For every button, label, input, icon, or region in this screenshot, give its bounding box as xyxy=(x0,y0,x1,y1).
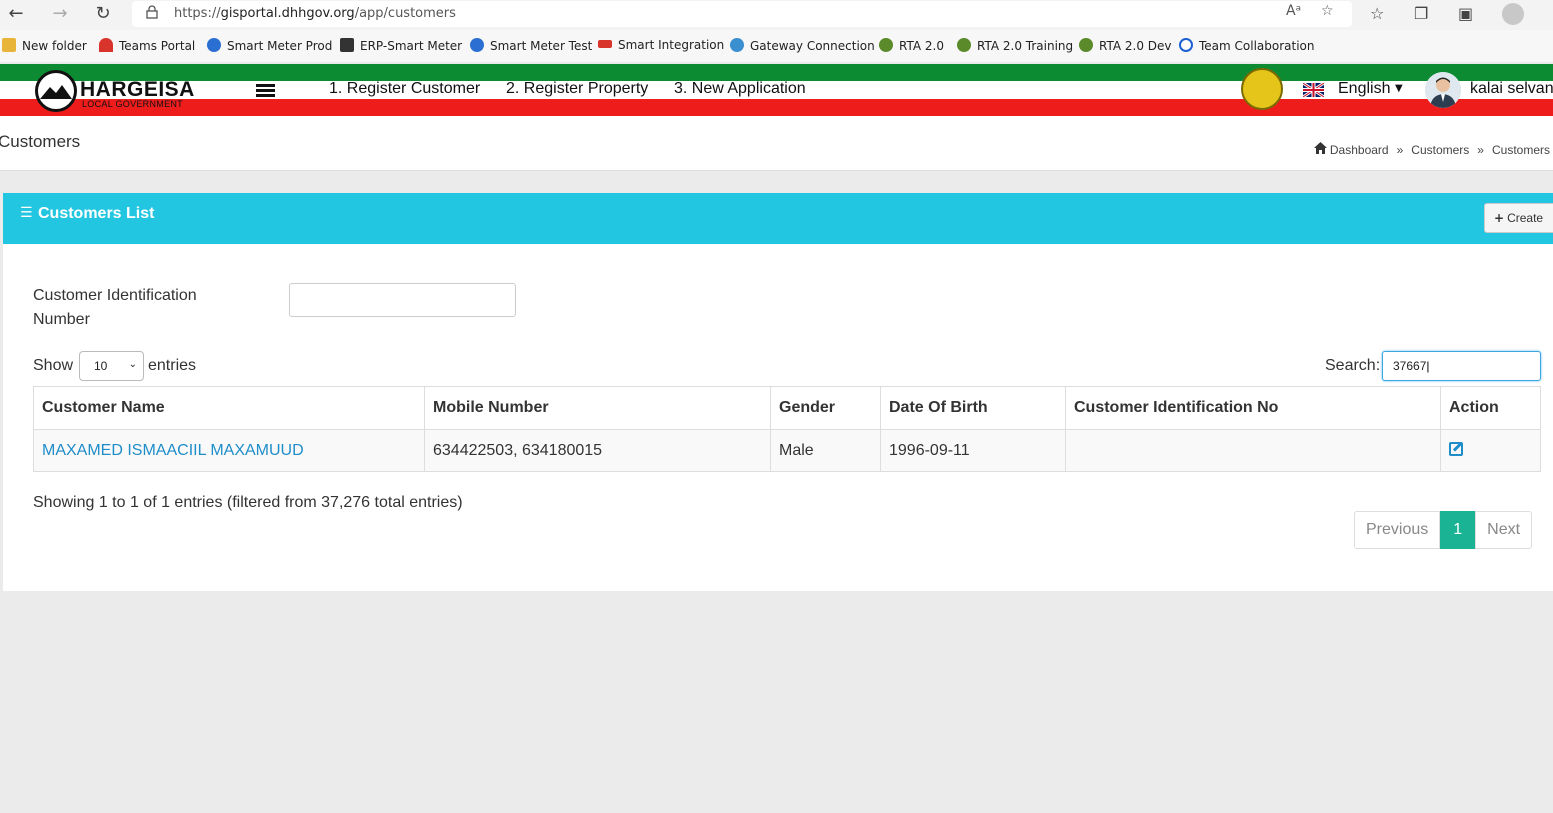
lock-icon xyxy=(146,5,158,19)
logo-subtitle: LOCAL GOVERNMENT xyxy=(82,99,183,109)
hargeisa-logo-icon[interactable] xyxy=(35,70,77,112)
bookmarks-bar: New folder Teams Portal Smart Meter Prod… xyxy=(0,30,1553,62)
search-label: Search: xyxy=(1325,357,1381,374)
edit-icon[interactable] xyxy=(1449,441,1463,456)
page-title: Customers xyxy=(0,132,81,151)
flag-stripe-red xyxy=(0,99,1553,116)
user-avatar[interactable] xyxy=(1425,72,1461,108)
breadcrumb-current: Customers xyxy=(1491,143,1550,157)
card-header: ☰ Customers List + Create xyxy=(3,193,1553,244)
next-page-button[interactable]: Next xyxy=(1475,511,1533,549)
customers-table: Customer Name Mobile Number Gender Date … xyxy=(33,386,1541,472)
dob-cell: 1996-09-11 xyxy=(880,429,1066,472)
chevron-down-icon: ⌄ xyxy=(128,359,137,370)
app-header: HARGEISA LOCAL GOVERNMENT 1. Register Cu… xyxy=(0,64,1553,116)
nav-register-customer[interactable]: 1. Register Customer xyxy=(329,80,480,98)
water-drop-icon xyxy=(207,38,221,52)
nav-new-application[interactable]: 3. New Application xyxy=(674,80,806,98)
entries-select[interactable]: 10 ⌄ xyxy=(79,351,144,381)
gateway-icon xyxy=(730,38,744,52)
mobile-number-cell: 634422503, 634180015 xyxy=(424,429,771,472)
customer-id-label: Customer Identification Number xyxy=(33,287,197,328)
browser-toolbar: ← → ↻ https://gisportal.dhhgov.org/app/c… xyxy=(0,0,1553,30)
col-action: Action xyxy=(1440,386,1541,430)
col-customer-id-no[interactable]: Customer Identification No xyxy=(1065,386,1441,430)
integration-icon xyxy=(598,40,612,48)
show-label: Show xyxy=(33,357,74,374)
address-bar[interactable]: https://gisportal.dhhgov.org/app/custome… xyxy=(132,1,1352,27)
col-mobile-number[interactable]: Mobile Number xyxy=(424,386,771,430)
pagination: Previous 1 Next xyxy=(1354,511,1533,549)
bookmark-smart-meter-prod[interactable]: Smart Meter Prod xyxy=(207,38,332,53)
bookmark-rta-2-0[interactable]: RTA 2.0 xyxy=(879,38,944,53)
create-button[interactable]: + Create xyxy=(1484,203,1553,233)
list-icon: ☰ xyxy=(20,205,33,221)
erp-icon xyxy=(340,38,354,52)
customer-id-input[interactable] xyxy=(289,283,516,317)
col-customer-name[interactable]: Customer Name xyxy=(33,386,425,430)
forward-arrow-icon[interactable]: → xyxy=(48,3,72,25)
water-drop-icon xyxy=(470,38,484,52)
col-gender[interactable]: Gender xyxy=(770,386,881,430)
table-header-row: Customer Name Mobile Number Gender Date … xyxy=(33,386,1541,430)
bookmark-gateway-connection[interactable]: Gateway Connection xyxy=(730,38,875,53)
emblem-icon xyxy=(1079,38,1093,52)
customers-card: ☰ Customers List + Create Customer Identi… xyxy=(3,193,1553,591)
entries-label: entries xyxy=(148,357,197,374)
search-input[interactable]: 37667| xyxy=(1382,351,1541,381)
caret-down-icon: ▼ xyxy=(1394,83,1403,94)
url-text: https://gisportal.dhhgov.org/app/custome… xyxy=(174,6,456,21)
page-header: Customers Dashboard» Customers» Customers xyxy=(0,116,1553,171)
language-dropdown[interactable]: English ▼ xyxy=(1338,80,1403,98)
breadcrumb: Dashboard» Customers» Customers xyxy=(1313,142,1550,157)
folder-icon xyxy=(2,38,16,52)
read-aloud-icon[interactable]: Aᵃ xyxy=(1286,3,1301,19)
back-arrow-icon[interactable]: ← xyxy=(4,3,28,25)
refresh-icon[interactable]: ↻ xyxy=(91,3,115,25)
bookmark-rta-2-0-training[interactable]: RTA 2.0 Training xyxy=(957,38,1073,53)
previous-page-button[interactable]: Previous xyxy=(1354,511,1441,549)
emblem-icon xyxy=(879,38,893,52)
somaliland-emblem-icon xyxy=(1241,68,1283,110)
favorites-icon[interactable]: ☆ xyxy=(1370,4,1384,23)
uk-flag-icon xyxy=(1303,83,1324,97)
emblem-icon xyxy=(957,38,971,52)
power-icon xyxy=(1179,38,1193,52)
page-1-button[interactable]: 1 xyxy=(1440,511,1476,549)
bookmark-smart-meter-test[interactable]: Smart Meter Test xyxy=(470,38,592,53)
home-icon xyxy=(1313,142,1327,154)
bookmark-rta-2-0-dev[interactable]: RTA 2.0 Dev xyxy=(1079,38,1172,53)
user-name[interactable]: kalai selvan xyxy=(1470,80,1553,98)
bookmark-team-collaboration[interactable]: Team Collaboration xyxy=(1179,38,1315,53)
bookmark-erp-smart-meter[interactable]: ERP-Smart Meter xyxy=(340,38,462,53)
screenshot-icon[interactable]: ▣ xyxy=(1458,4,1473,23)
action-cell xyxy=(1440,429,1541,472)
breadcrumb-dashboard[interactable]: Dashboard xyxy=(1330,143,1389,157)
flag-stripe-green xyxy=(0,64,1553,81)
teams-portal-icon xyxy=(99,38,113,52)
col-date-of-birth[interactable]: Date Of Birth xyxy=(880,386,1066,430)
table-row: MAXAMED ISMAACIIL MAXAMUUD 634422503, 63… xyxy=(33,429,1541,472)
customer-name-link[interactable]: MAXAMED ISMAACIIL MAXAMUUD xyxy=(33,429,425,472)
card-title: Customers List xyxy=(38,205,155,222)
bookmark-smart-integration[interactable]: Smart Integration xyxy=(598,38,724,52)
nav-register-property[interactable]: 2. Register Property xyxy=(506,80,648,98)
hamburger-menu-icon[interactable] xyxy=(256,84,275,98)
add-favorite-icon[interactable]: ☆ xyxy=(1321,3,1334,19)
gender-cell: Male xyxy=(770,429,881,472)
customer-id-cell xyxy=(1065,429,1441,472)
bookmark-teams-portal[interactable]: Teams Portal xyxy=(99,38,195,53)
bookmark-new-folder[interactable]: New folder xyxy=(2,38,87,53)
breadcrumb-customers[interactable]: Customers xyxy=(1411,143,1469,157)
collections-icon[interactable]: ❐ xyxy=(1414,4,1428,23)
table-info: Showing 1 to 1 of 1 entries (filtered fr… xyxy=(33,494,463,511)
browser-profile-icon[interactable] xyxy=(1502,3,1524,25)
plus-icon: + xyxy=(1494,211,1505,225)
